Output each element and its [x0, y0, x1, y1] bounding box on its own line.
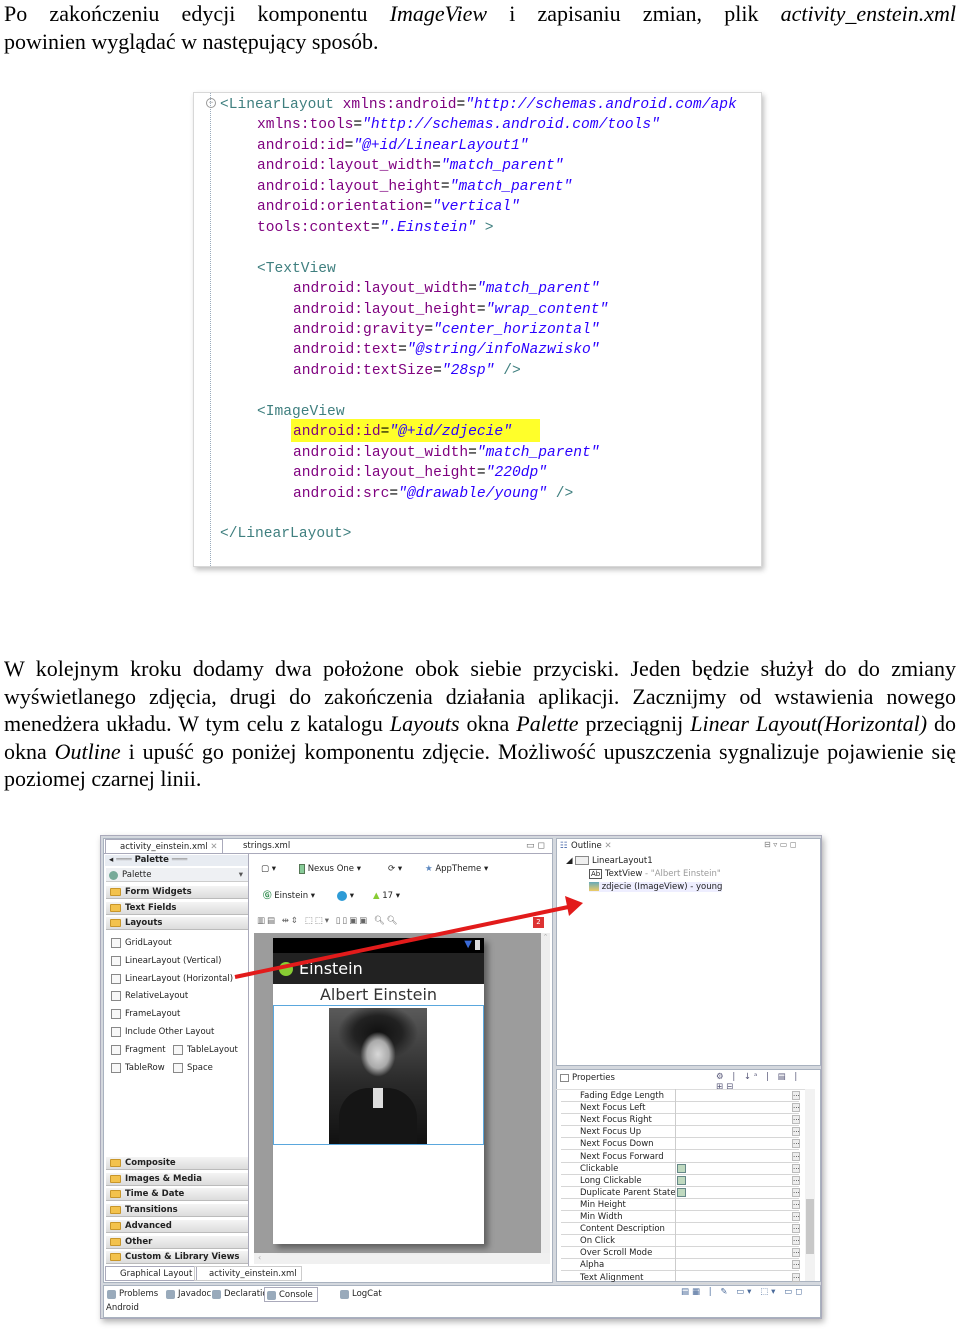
- code-token-val: "match_parent": [476, 281, 600, 298]
- arrow-head: [565, 896, 583, 916]
- code-token-tag: />: [494, 362, 521, 379]
- intro-text: i zapisaniu zmian, plik: [487, 1, 781, 26]
- code-token-attr: android:src: [293, 485, 390, 502]
- code-token-val: "@string/infoNazwisko": [406, 342, 600, 359]
- code-line: <TextView: [257, 260, 336, 278]
- code-token-attr: android:layout_width: [293, 281, 469, 298]
- code-line: android:layout_width="match_parent": [257, 157, 564, 175]
- code-token-val: "vertical": [432, 199, 520, 216]
- code-token-val: "http://schemas.android.com/apk: [465, 97, 737, 113]
- code-line: android:textSize="28sp" />: [293, 362, 521, 380]
- code-token-tag: />: [547, 485, 574, 502]
- code-token-val: "220dp": [485, 465, 547, 482]
- code-token-pl: =: [370, 219, 380, 236]
- code-token-attr: android:id: [257, 137, 345, 154]
- code-token-attr: android:layout_width: [293, 444, 469, 461]
- code-token-val: "@drawable/young": [398, 485, 547, 502]
- code-line: android:orientation="vertical": [257, 198, 520, 216]
- code-token-val: "match_parent": [440, 158, 564, 175]
- emph-outline: Outline: [54, 738, 121, 764]
- code-token-pl: =: [468, 444, 477, 461]
- code-line: android:gravity="center_horizontal": [293, 321, 600, 339]
- intro-text: Po zakończeniu edycji komponentu: [4, 1, 390, 26]
- intro-text: powinien wyglądać w następujący sposób.: [4, 28, 379, 54]
- intro-paragraph: Po zakończeniu edycji komponentu ImageVi…: [4, 0, 956, 55]
- code-token-attr: android:layout_height: [257, 178, 441, 195]
- eclipse-ide-screenshot: activity_einstein.xml ✕ strings.xml ▭ ◻ …: [100, 835, 822, 1319]
- code-token-attr: android:id: [293, 424, 381, 441]
- code-token-val: "match_parent": [449, 178, 573, 195]
- code-token-pl: =: [389, 485, 399, 502]
- code-token-pl: =: [424, 321, 434, 338]
- code-token-pl: =: [476, 465, 486, 482]
- arrow-line: [234, 904, 574, 979]
- editor-gutter: [194, 93, 211, 566]
- body-paragraph: W kolejnym kroku dodamy dwa położone obo…: [4, 655, 956, 793]
- code-line: android:layout_height="match_parent": [257, 178, 572, 196]
- code-token-tag: <LinearLayout: [220, 97, 343, 113]
- code-token-pl: =: [433, 362, 442, 379]
- code-line: android:text="@string/infoNazwisko": [293, 341, 600, 359]
- code-token-attr: android:text: [293, 342, 399, 359]
- code-token-attr: android:layout_height: [293, 465, 477, 482]
- code-token-tag: </LinearLayout>: [220, 526, 352, 543]
- collapse-icon: −: [206, 98, 216, 108]
- code-line: xmlns:tools="http://schemas.android.com/…: [257, 116, 660, 134]
- code-line: <LinearLayout xmlns:android="http://sche…: [220, 96, 737, 114]
- code-token-tag: >: [475, 219, 494, 236]
- code-line: tools:context=".Einstein" >: [257, 219, 493, 237]
- body-text: przeciągnij: [578, 711, 691, 736]
- code-line: android:src="@drawable/young" />: [293, 485, 573, 503]
- code-token-attr: xmlns:tools: [257, 117, 354, 134]
- code-token-pl: =: [440, 178, 450, 195]
- code-line: android:id="@+id/LinearLayout1": [257, 137, 529, 155]
- code-token-attr: android:orientation: [257, 199, 424, 216]
- code-token-attr: tools:context: [257, 219, 371, 236]
- code-token-pl: =: [456, 97, 466, 113]
- code-token-attr: android:gravity: [293, 321, 425, 338]
- code-token-attr: xmlns:android: [342, 97, 457, 113]
- code-line: android:layout_height="220dp": [293, 464, 547, 482]
- body-text: okna: [459, 711, 517, 736]
- code-token-pl: =: [468, 281, 477, 298]
- code-line: android:layout_width="match_parent": [293, 444, 600, 462]
- code-token-attr: android:layout_height: [293, 301, 477, 318]
- code-token-val: "http://schemas.android.com/tools": [362, 117, 660, 134]
- code-token-val: "center_horizontal": [433, 321, 600, 338]
- code-token-val: "match_parent": [476, 444, 600, 461]
- intro-emph-imageview: ImageView: [389, 1, 488, 26]
- emph-layouts: Layouts: [389, 711, 460, 736]
- code-line: </LinearLayout>: [220, 525, 351, 543]
- code-token-pl: =: [432, 158, 441, 175]
- code-line: android:id="@+id/zdjecie": [293, 423, 512, 441]
- code-token-attr: android:textSize: [293, 362, 434, 379]
- code-token-val: ".Einstein": [379, 219, 476, 236]
- code-token-val: "28sp": [441, 362, 495, 379]
- body-text: i upuść go poniżej komponentu zdjęcie. M…: [4, 738, 956, 792]
- code-token-val: "wrap_content": [485, 301, 609, 318]
- code-token-tag: <ImageView: [257, 403, 345, 420]
- code-token-pl: =: [353, 117, 363, 134]
- code-token-pl: =: [423, 199, 433, 216]
- xml-code-screenshot: − <LinearLayout xmlns:android="http://sc…: [193, 92, 762, 567]
- intro-emph-filename: activity_enstein.xml: [780, 1, 956, 26]
- emph-palette: Palette: [516, 711, 579, 736]
- code-token-attr: android:layout_width: [257, 158, 433, 175]
- code-line: android:layout_width="match_parent": [293, 280, 600, 298]
- code-line: android:layout_height="wrap_content": [293, 301, 608, 319]
- code-token-val: "@+id/zdjecie": [389, 424, 512, 441]
- code-token-tag: <TextView: [257, 260, 336, 277]
- code-line: <ImageView: [257, 403, 345, 421]
- code-token-pl: =: [398, 342, 407, 359]
- code-token-val: "@+id/LinearLayout1": [353, 137, 529, 154]
- drag-arrow: [234, 896, 583, 979]
- emph-linear-layout: Linear Layout(Horizontal): [690, 711, 928, 736]
- code-token-pl: =: [476, 301, 486, 318]
